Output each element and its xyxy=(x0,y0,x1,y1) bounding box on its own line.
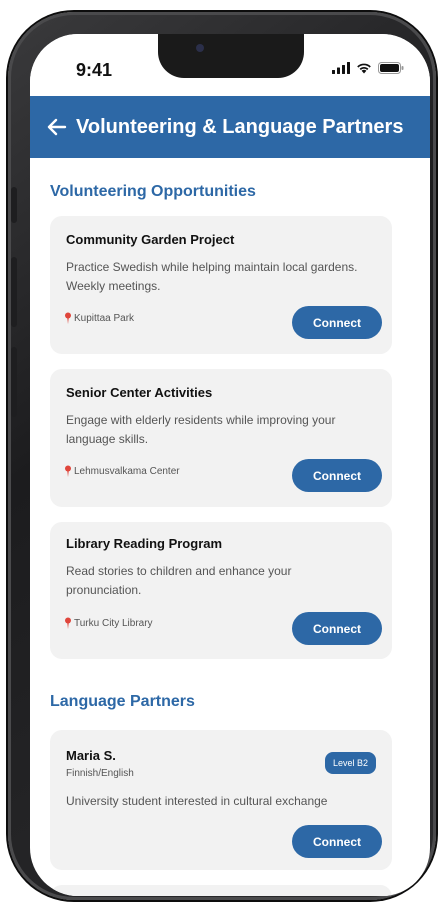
section-title-partners: Language Partners xyxy=(50,693,195,710)
main-content[interactable]: Volunteering Opportunities Community Gar… xyxy=(30,158,430,896)
partner-description: University student interested in cultura… xyxy=(66,794,328,808)
opportunity-title: Library Reading Program xyxy=(66,536,223,551)
level-badge: Level B2 xyxy=(324,752,376,774)
opportunity-card: Library Reading Program Read stories to … xyxy=(50,522,392,659)
page-title: Volunteering & Language Partners xyxy=(76,115,404,138)
location-text: Lehmusvalkama Center xyxy=(74,465,180,477)
location-pin-icon xyxy=(65,465,71,477)
connect-button[interactable]: Connect xyxy=(292,612,382,645)
volume-up-button xyxy=(11,257,17,327)
partner-name: Maria S. xyxy=(66,748,116,763)
opportunity-description: Practice Swedish while helping maintain … xyxy=(66,260,358,293)
opportunity-location: Kupittaa Park xyxy=(64,312,134,324)
back-button[interactable] xyxy=(44,114,70,140)
wifi-icon xyxy=(357,63,371,74)
notch xyxy=(158,34,304,78)
partner-languages: Finnish/English xyxy=(66,768,134,779)
connect-button[interactable]: Connect xyxy=(292,306,382,339)
section-title-volunteering: Volunteering Opportunities xyxy=(50,183,256,200)
phone-frame: 9:41 Volunteering & Language Partners Vo… xyxy=(8,12,436,900)
app-header: Volunteering & Language Partners xyxy=(30,96,430,158)
opportunity-card: Senior Center Activities Engage with eld… xyxy=(50,369,392,507)
status-bar: 9:41 xyxy=(30,34,430,96)
partner-card: Maria S. Finnish/English Level B2 Univer… xyxy=(50,730,392,870)
arrow-left-icon xyxy=(47,118,67,136)
opportunity-title: Senior Center Activities xyxy=(66,385,213,400)
location-text: Kupittaa Park xyxy=(74,312,135,324)
opportunity-title: Community Garden Project xyxy=(66,232,235,247)
status-time: 9:41 xyxy=(76,60,113,80)
signal-icon xyxy=(332,62,350,74)
screen: 9:41 Volunteering & Language Partners Vo… xyxy=(30,34,430,896)
location-text: Turku City Library xyxy=(74,617,153,629)
opportunity-description: Engage with elderly residents while impr… xyxy=(66,413,336,446)
location-pin-icon xyxy=(65,617,71,629)
opportunity-location: Lehmusvalkama Center xyxy=(64,465,180,477)
location-pin-icon xyxy=(65,312,71,324)
silent-switch xyxy=(11,187,17,223)
volume-down-button xyxy=(11,347,17,417)
opportunity-card: Community Garden Project Practice Swedis… xyxy=(50,216,392,354)
camera-icon xyxy=(196,44,204,52)
connect-button[interactable]: Connect xyxy=(292,459,382,492)
opportunity-location: Turku City Library xyxy=(64,617,153,629)
status-icons xyxy=(332,62,404,74)
battery-icon xyxy=(378,62,404,74)
partner-card xyxy=(50,885,392,896)
opportunity-description: Read stories to children and enhance you… xyxy=(66,564,292,597)
connect-button[interactable]: Connect xyxy=(292,825,382,858)
